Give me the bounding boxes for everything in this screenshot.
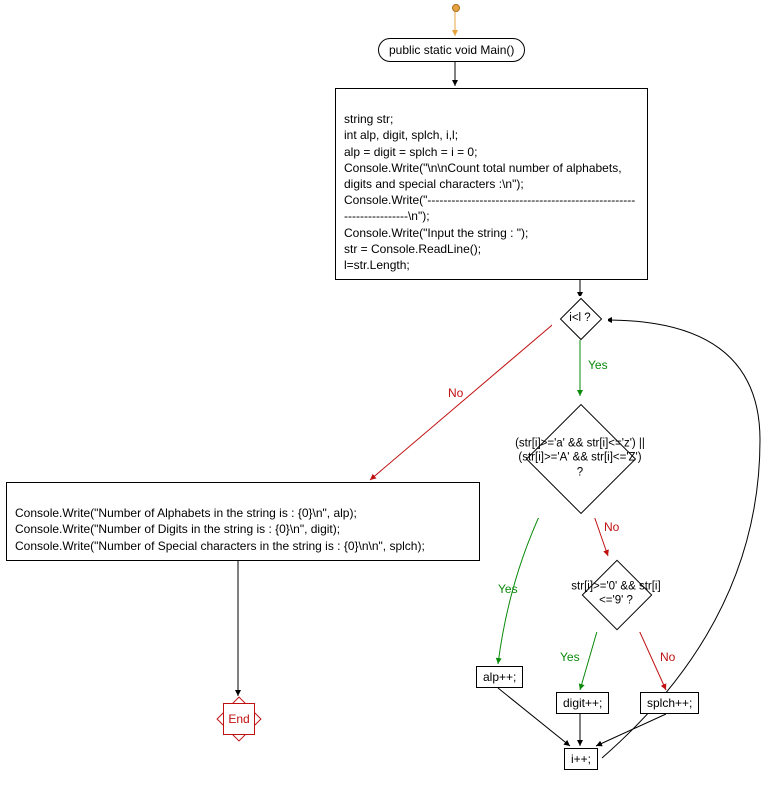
init-block-text: string str; int alp, digit, splch, i,l; … bbox=[344, 112, 635, 272]
i-increment-text: i++; bbox=[564, 748, 598, 770]
splch-increment-text: splch++; bbox=[640, 692, 699, 714]
digit-condition-text: str[i]>='0' && str[i]<='9' ? bbox=[561, 580, 671, 609]
digit-increment-text: digit++; bbox=[556, 692, 609, 714]
output-block-node: Console.Write("Number of Alphabets in th… bbox=[6, 482, 480, 561]
alp-increment-node: alp++; bbox=[476, 666, 523, 688]
end-text: End bbox=[228, 712, 249, 726]
digit-increment-node: digit++; bbox=[556, 692, 609, 714]
alp-increment-text: alp++; bbox=[476, 666, 523, 688]
digit-yes-label: Yes bbox=[560, 650, 580, 664]
digit-condition-node: str[i]>='0' && str[i]<='9' ? bbox=[556, 556, 676, 632]
i-increment-node: i++; bbox=[564, 748, 598, 770]
init-block-node: string str; int alp, digit, splch, i,l; … bbox=[335, 88, 648, 280]
alpha-condition-node: (str[i]>='a' && str[i]<='z') || (str[i]>… bbox=[510, 398, 650, 518]
start-dot bbox=[452, 4, 460, 12]
loop-condition-node: i<l ? bbox=[552, 296, 608, 340]
end-node: End bbox=[218, 698, 258, 738]
loop-no-label: No bbox=[448, 386, 463, 400]
output-block-text: Console.Write("Number of Alphabets in th… bbox=[15, 506, 425, 552]
main-function-label: public static void Main() bbox=[389, 43, 514, 57]
alpha-yes-label: Yes bbox=[498, 582, 518, 596]
digit-no-label: No bbox=[660, 650, 675, 664]
alpha-condition-text: (str[i]>='a' && str[i]<='z') || (str[i]>… bbox=[515, 436, 645, 479]
loop-condition-text: i<l ? bbox=[552, 311, 608, 325]
splch-increment-node: splch++; bbox=[640, 692, 699, 714]
loop-yes-label: Yes bbox=[588, 358, 608, 372]
main-function-node: public static void Main() bbox=[378, 38, 525, 62]
alpha-no-label: No bbox=[604, 520, 619, 534]
